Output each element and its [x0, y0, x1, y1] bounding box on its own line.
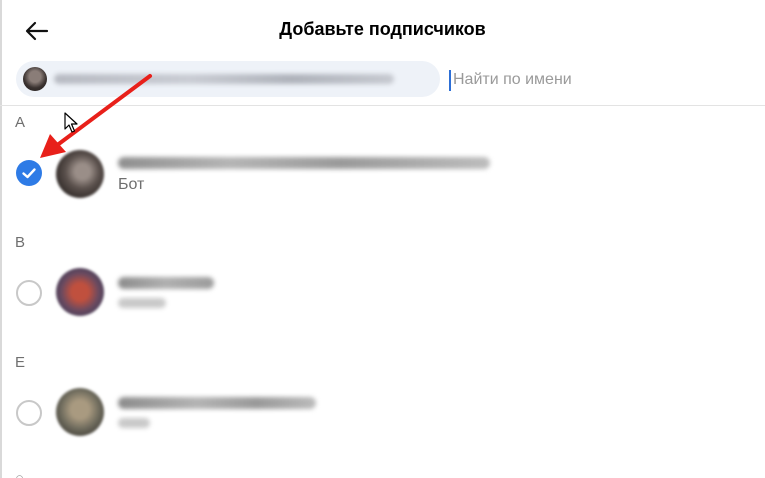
page-title: Добавьте подписчиков — [279, 19, 486, 39]
section-letter-partial: ○ — [15, 470, 24, 478]
contact-subtitle: Бот — [118, 176, 145, 193]
avatar — [56, 268, 104, 316]
avatar — [56, 388, 104, 436]
checkbox-unchecked[interactable] — [16, 400, 42, 426]
contact-row[interactable] — [2, 378, 765, 446]
blurred-name — [118, 277, 214, 289]
selected-chips-bar — [0, 60, 765, 106]
blurred-subtitle — [118, 418, 150, 428]
checkbox-unchecked[interactable] — [16, 280, 42, 306]
avatar — [23, 67, 47, 91]
section-letter: А — [15, 114, 26, 131]
blurred-name — [118, 397, 316, 409]
blurred-name — [118, 157, 490, 169]
section-letter: В — [15, 234, 26, 251]
mouse-pointer-icon — [64, 112, 78, 133]
blurred-name — [54, 74, 394, 84]
section-letter: Е — [15, 354, 26, 371]
blurred-subtitle — [118, 298, 166, 308]
selected-subscriber-chip[interactable] — [16, 61, 440, 97]
checkbox-checked[interactable] — [16, 160, 42, 186]
contact-row[interactable]: Бот — [2, 140, 765, 208]
header: Добавьте подписчиков — [0, 0, 765, 60]
avatar — [56, 150, 104, 198]
contact-row[interactable] — [2, 258, 765, 326]
check-icon — [22, 168, 36, 179]
search-input[interactable] — [449, 67, 749, 93]
